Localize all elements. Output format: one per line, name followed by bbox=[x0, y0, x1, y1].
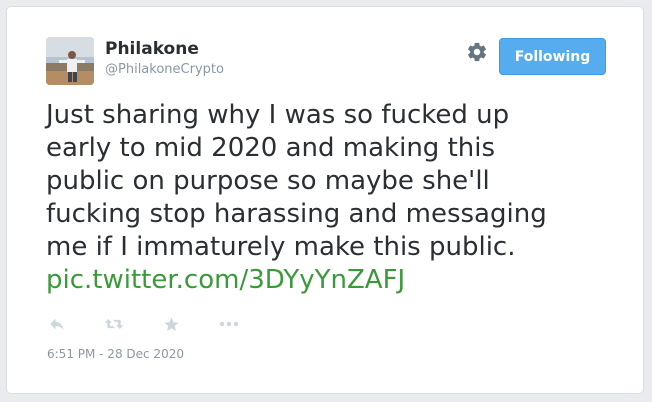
avatar-image bbox=[46, 37, 94, 85]
tweet-text-line: fucking stop harassing and messaging bbox=[46, 199, 547, 229]
following-button[interactable]: Following bbox=[499, 38, 606, 75]
retweet-icon[interactable] bbox=[103, 313, 125, 335]
tweet-text: Just sharing why I was so fucked up earl… bbox=[46, 99, 626, 297]
tweet-text-line: me if I immaturely make this public. bbox=[46, 232, 516, 262]
more-icon[interactable] bbox=[218, 313, 240, 335]
star-icon[interactable] bbox=[160, 313, 182, 335]
tweet-timestamp[interactable]: 6:51 PM - 28 Dec 2020 bbox=[47, 347, 184, 361]
user-handle[interactable]: @PhilakoneCrypto bbox=[105, 62, 224, 77]
tweet-text-line: early to mid 2020 and making this bbox=[46, 133, 496, 163]
tweet-card: Philakone @PhilakoneCrypto Following Jus… bbox=[6, 6, 644, 394]
reply-icon[interactable] bbox=[46, 313, 68, 335]
tweet-text-line: public on purpose so maybe she'll bbox=[46, 166, 490, 196]
display-name[interactable]: Philakone bbox=[105, 39, 199, 59]
avatar[interactable] bbox=[46, 37, 94, 85]
tweet-text-line: Just sharing why I was so fucked up bbox=[46, 100, 510, 130]
gear-icon[interactable] bbox=[466, 41, 488, 63]
tweet-media-link[interactable]: pic.twitter.com/3DYyYnZAFJ bbox=[46, 265, 405, 295]
